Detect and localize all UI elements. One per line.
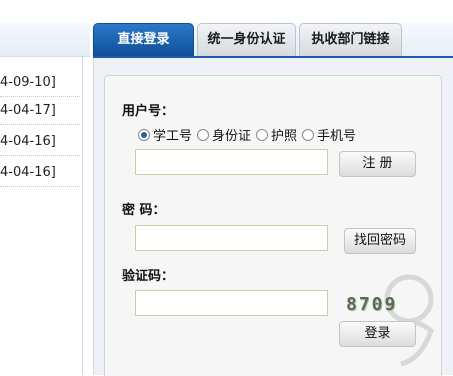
divider [82, 56, 83, 375]
radio-label[interactable]: 身份证 [212, 129, 251, 144]
username-input[interactable] [135, 149, 328, 175]
radio-label[interactable]: 护照 [271, 129, 297, 144]
radio-id-card[interactable]: 身份证 [197, 129, 256, 144]
radio-button[interactable] [256, 129, 269, 141]
password-input[interactable] [135, 225, 328, 251]
radio-button[interactable] [138, 129, 150, 141]
news-item-date[interactable]: 4-09-10] [0, 69, 80, 97]
radio-label[interactable]: 手机号 [317, 129, 356, 144]
news-item-date[interactable]: 4-04-17] [0, 97, 80, 125]
password-label: 密 码： [122, 203, 166, 218]
login-tabs: 直接登录 统一身份认证 执收部门链接 [93, 23, 453, 57]
radio-passport[interactable]: 护照 [256, 129, 302, 144]
username-label: 用户号： [122, 104, 175, 119]
radio-mobile[interactable]: 手机号 [302, 129, 361, 144]
tab-direct-login[interactable]: 直接登录 [93, 23, 194, 56]
register-button[interactable]: 注 册 [339, 151, 416, 177]
captcha-image[interactable]: 8709 [346, 294, 406, 315]
radio-student-id[interactable]: 学工号 [138, 129, 197, 144]
radio-label[interactable]: 学工号 [153, 129, 192, 144]
news-list: 4-09-10] 4-04-17] 4-04-16] 4-04-16] [0, 0, 90, 375]
tab-unified-auth[interactable]: 统一身份认证 [197, 23, 296, 56]
radio-button[interactable] [197, 129, 210, 141]
radio-button[interactable] [302, 129, 315, 141]
news-item-date[interactable]: 4-04-16] [0, 128, 80, 156]
captcha-label: 验证码： [122, 269, 175, 284]
news-item-date[interactable]: 4-04-16] [0, 159, 80, 187]
recover-password-button[interactable]: 找回密码 [344, 228, 416, 254]
tab-department-links[interactable]: 执收部门链接 [299, 23, 402, 56]
watermark-icon [384, 274, 434, 367]
captcha-input[interactable] [135, 290, 328, 316]
id-type-radio-group: 学工号 身份证 护照 手机号 [138, 125, 361, 144]
login-button[interactable]: 登录 [339, 321, 416, 347]
news-header [0, 23, 90, 57]
